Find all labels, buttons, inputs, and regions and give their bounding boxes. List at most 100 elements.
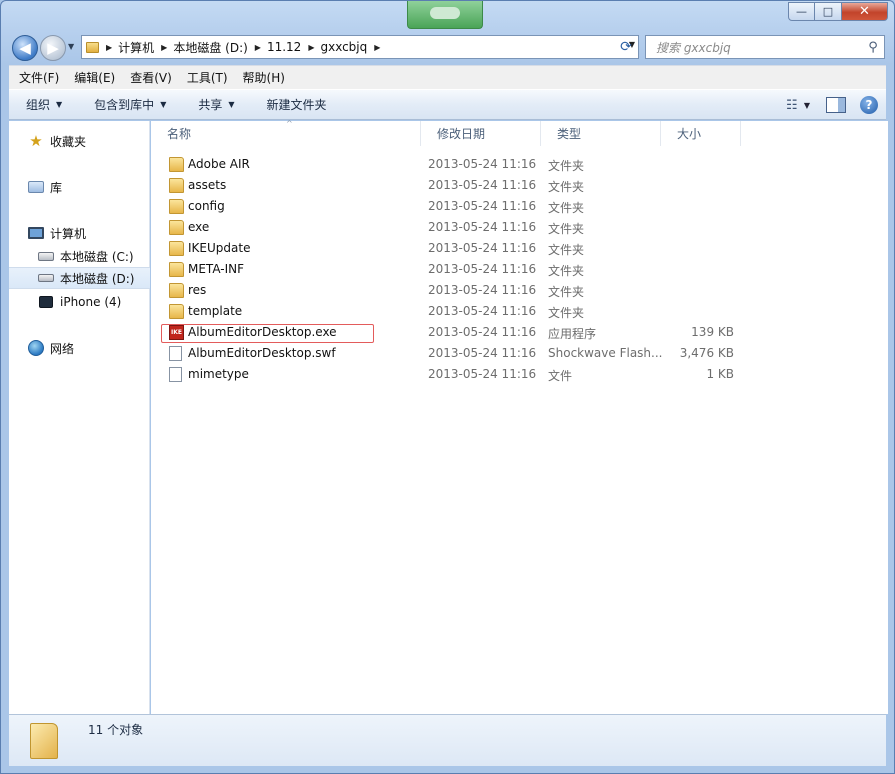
menu-edit[interactable]: 编辑(E) [64, 69, 120, 86]
column-header-size[interactable]: 大小 [661, 121, 741, 146]
file-row-ikeupdate[interactable]: IKEUpdate 2013-05-24 11:16 文件夹 [159, 238, 739, 259]
file-type: 文件夹 [548, 180, 585, 194]
new-folder-button[interactable]: 新建文件夹 [250, 96, 342, 113]
file-row-albumeditordesktop-swf[interactable]: AlbumEditorDesktop.swf 2013-05-24 11:16 … [159, 343, 739, 364]
nav-drive-d-label: 本地磁盘 (D:) [60, 271, 135, 286]
chevron-right-icon[interactable]: ▶ [374, 43, 380, 52]
menu-file[interactable]: 文件(F) [9, 69, 64, 86]
nav-iphone[interactable]: iPhone (4) [9, 291, 150, 313]
navigation-pane: ★ 收藏夹 库 计算机 本地磁盘 (C:) 本地磁盘 (D:) iPhone (… [9, 121, 150, 714]
minimize-button[interactable]: — [788, 2, 815, 21]
file-row-mimetype[interactable]: mimetype 2013-05-24 11:16 文件 1 KB [159, 364, 739, 385]
column-header-name[interactable]: 名称 ^ [151, 119, 421, 146]
explorer-window: — □ ✕ ◀ ▶ ▼ ▶ 计算机 ▶ 本地磁盘 (D:) ▶ 11.12 ▶ … [0, 0, 895, 774]
file-date: 2013-05-24 11:16 [428, 367, 537, 381]
sort-ascending-icon: ^ [286, 119, 293, 128]
file-name: AlbumEditorDesktop.swf [188, 346, 336, 360]
file-type: 文件夹 [548, 306, 585, 320]
file-list: 名称 ^ 修改日期 类型 大小 Adobe AIR 2013-05-24 11:… [151, 119, 888, 714]
chevron-down-icon: ▼ [56, 100, 63, 109]
file-type: 文件夹 [548, 222, 585, 236]
file-type: 文件夹 [548, 159, 585, 173]
include-in-library-button[interactable]: 包含到库中 ▼ [77, 96, 181, 113]
recent-pages-dropdown-icon[interactable]: ▼ [68, 42, 74, 51]
column-header-date[interactable]: 修改日期 [421, 121, 541, 146]
file-date: 2013-05-24 11:16 [428, 283, 537, 297]
share-button[interactable]: 共享 ▼ [181, 96, 249, 113]
folder-icon [169, 178, 184, 193]
search-box[interactable]: 搜索 gxxcbjq ⚲ [645, 35, 885, 59]
breadcrumb-folder-11-12[interactable]: 11.12 [267, 40, 301, 54]
folder-icon [169, 220, 184, 235]
command-bar: 组织 ▼ 包含到库中 ▼ 共享 ▼ 新建文件夹 ☷ ▼ ? [9, 89, 886, 120]
file-row-config[interactable]: config 2013-05-24 11:16 文件夹 [159, 196, 739, 217]
file-size: 139 KB [691, 325, 734, 339]
background-window-tab [407, 1, 483, 29]
chevron-right-icon[interactable]: ▶ [106, 43, 112, 52]
chevron-right-icon[interactable]: ▶ [255, 43, 261, 52]
maximize-button[interactable]: □ [815, 2, 842, 21]
preview-pane-icon[interactable] [826, 97, 846, 113]
nav-favorites-label: 收藏夹 [50, 134, 87, 149]
drive-d-icon-shape [38, 274, 54, 282]
column-header-type[interactable]: 类型 [541, 121, 661, 146]
nav-computer[interactable]: 计算机 [9, 222, 150, 244]
chevron-right-icon[interactable]: ▶ [161, 43, 167, 52]
file-date: 2013-05-24 11:16 [428, 346, 537, 360]
library-icon [28, 179, 44, 195]
network-icon [28, 340, 44, 356]
menu-tools[interactable]: 工具(T) [177, 69, 233, 86]
help-icon[interactable]: ? [860, 96, 878, 114]
folder-icon [30, 723, 58, 759]
file-row-adobe-air[interactable]: Adobe AIR 2013-05-24 11:16 文件夹 [159, 154, 739, 175]
address-bar[interactable]: ▶ 计算机 ▶ 本地磁盘 (D:) ▶ 11.12 ▶ gxxcbjq ▶ ▼ [81, 35, 639, 59]
organize-button[interactable]: 组织 ▼ [9, 96, 77, 113]
refresh-button[interactable]: ⟳ [615, 38, 637, 56]
menu-help[interactable]: 帮助(H) [233, 69, 290, 86]
file-row-meta-inf[interactable]: META-INF 2013-05-24 11:16 文件夹 [159, 259, 739, 280]
item-count: 11 个对象 [88, 723, 144, 737]
folder-icon [169, 304, 184, 319]
nav-drive-d[interactable]: 本地磁盘 (D:) [9, 267, 150, 289]
close-button[interactable]: ✕ [842, 2, 888, 21]
forward-button[interactable]: ▶ [40, 35, 66, 61]
file-name: template [188, 304, 243, 318]
nav-computer-label: 计算机 [50, 226, 87, 241]
file-name: META-INF [188, 262, 245, 276]
chevron-right-icon[interactable]: ▶ [308, 43, 314, 52]
file-row-assets[interactable]: assets 2013-05-24 11:16 文件夹 [159, 175, 739, 196]
iphone-icon [38, 294, 54, 310]
file-row-template[interactable]: template 2013-05-24 11:16 文件夹 [159, 301, 739, 322]
column-header-date-label: 修改日期 [437, 127, 486, 141]
file-date: 2013-05-24 11:16 [428, 241, 537, 255]
drive-c-icon-shape [38, 251, 54, 261]
view-options-dropdown-icon[interactable]: ▼ [804, 101, 810, 110]
back-button[interactable]: ◀ [12, 35, 38, 61]
search-icon[interactable]: ⚲ [862, 40, 884, 55]
nav-favorites[interactable]: ★ 收藏夹 [9, 130, 150, 152]
file-date: 2013-05-24 11:16 [428, 262, 537, 276]
menu-view[interactable]: 查看(V) [120, 69, 177, 86]
nav-iphone-label: iPhone (4) [60, 295, 122, 309]
background-window-tab-highlight [430, 7, 460, 19]
breadcrumb-folder-gxxcbjq[interactable]: gxxcbjq [320, 40, 367, 54]
file-row-res[interactable]: res 2013-05-24 11:16 文件夹 [159, 280, 739, 301]
change-view-icon[interactable]: ☷ [780, 94, 804, 116]
computer-icon [28, 225, 44, 241]
file-date: 2013-05-24 11:16 [428, 325, 537, 339]
file-name: Adobe AIR [188, 157, 250, 171]
file-row-exe[interactable]: exe 2013-05-24 11:16 文件夹 [159, 217, 739, 238]
search-input[interactable]: 搜索 gxxcbjq [646, 39, 862, 56]
nav-libraries[interactable]: 库 [9, 176, 150, 198]
chevron-down-icon: ▼ [160, 100, 167, 109]
nav-network[interactable]: 网络 [9, 337, 150, 359]
column-header-size-label: 大小 [677, 127, 702, 141]
folder-icon [169, 283, 184, 298]
document-icon [169, 367, 182, 382]
command-bar-right: ☷ ▼ ? [780, 94, 878, 116]
nav-drive-c[interactable]: 本地磁盘 (C:) [9, 245, 150, 267]
file-date: 2013-05-24 11:16 [428, 178, 537, 192]
breadcrumb-drive-d[interactable]: 本地磁盘 (D:) [173, 39, 247, 56]
breadcrumb-computer[interactable]: 计算机 [118, 39, 154, 56]
file-name: config [188, 199, 225, 213]
